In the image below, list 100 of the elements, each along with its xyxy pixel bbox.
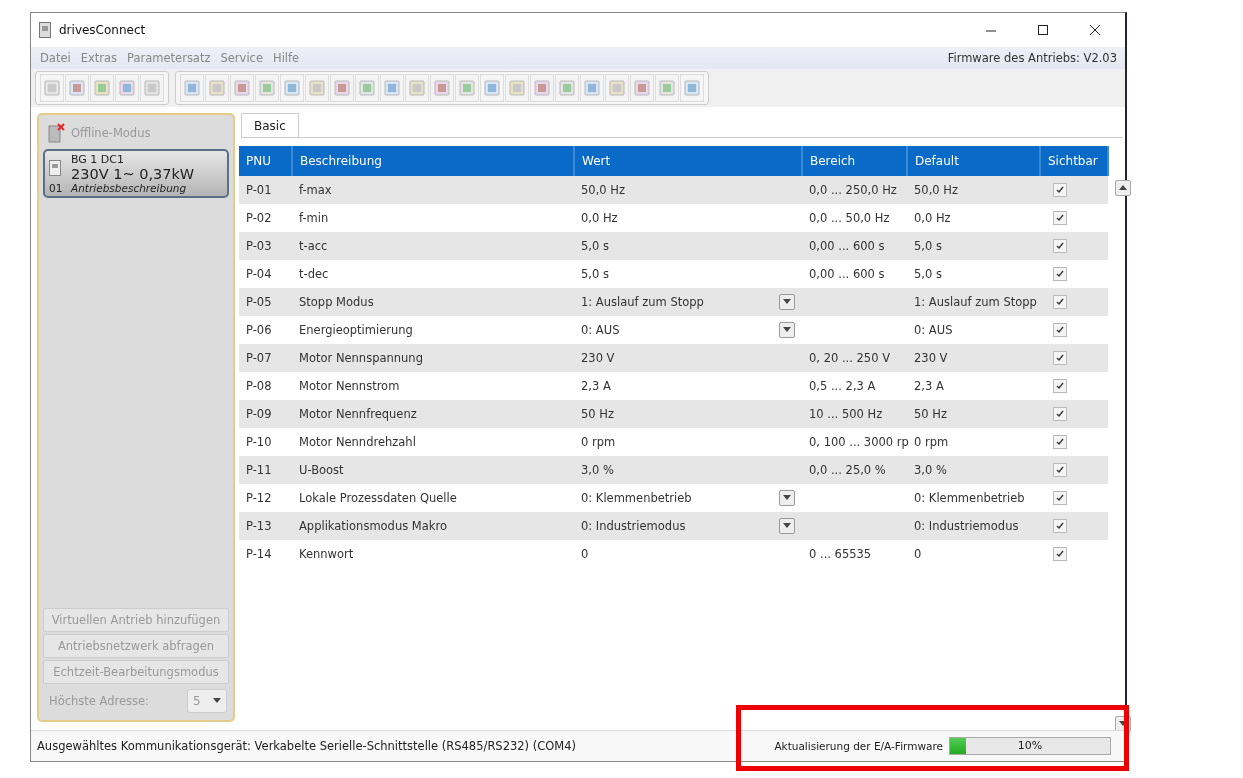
toolbar-button[interactable] [65,74,89,102]
toolbar-button[interactable] [630,74,654,102]
visible-checkbox[interactable] [1053,211,1067,225]
tool-icon [207,78,227,98]
column-header[interactable]: Beschreibung [292,146,574,176]
table-cell: 230 V [907,344,1040,372]
toolbar-button[interactable] [505,74,529,102]
visible-checkbox[interactable] [1053,379,1067,393]
table-cell: P-03 [239,232,292,260]
visible-checkbox[interactable] [1053,351,1067,365]
menu-item[interactable]: Service [215,51,268,65]
toolbar-button[interactable] [405,74,429,102]
toolbar-button[interactable] [180,74,204,102]
drive-item[interactable]: BG 1 DC1 230V 1~ 0,37kW 01 Antriebsbeschreibung [43,149,229,198]
menu-item[interactable]: Parametersatz [122,51,216,65]
visible-checkbox[interactable] [1053,547,1067,561]
toolbar-button[interactable] [330,74,354,102]
checkmark-icon [1056,298,1064,306]
table-cell: P-06 [239,316,292,344]
table-cell: P-10 [239,428,292,456]
toolbar-button[interactable] [380,74,404,102]
visible-checkbox[interactable] [1053,239,1067,253]
table-cell: 5,0 s [907,232,1040,260]
table-cell: Applikationsmodus Makro [292,512,574,540]
column-header[interactable]: Sichtbar [1040,146,1108,176]
maximize-icon [1037,24,1049,36]
table-cell: 0: Industriemodus [907,512,1040,540]
column-header[interactable]: Default [907,146,1040,176]
toolbar-button[interactable] [430,74,454,102]
table-cell: 0 rpm [574,428,802,456]
toolbar-button[interactable] [115,74,139,102]
tool-icon [657,78,677,98]
checkmark-icon [1056,410,1064,418]
caret-icon [783,495,791,501]
tool-icon [92,78,112,98]
column-header[interactable]: PNU [239,146,292,176]
status-text: Ausgewähltes Kommunikationsgerät: Verkabelte Serielle-Schnittstelle (RS485/RS232) (COM4) [37,739,578,753]
toolbar-button[interactable] [40,74,64,102]
table-cell: P-07 [239,344,292,372]
value-dropdown[interactable]: 0: Klemmenbetrieb [581,490,795,506]
column-header[interactable]: Bereich [802,146,907,176]
toolbar-button[interactable] [680,74,704,102]
visible-checkbox[interactable] [1053,407,1067,421]
table-cell: Motor Nennstrom [292,372,574,400]
toolbar-button[interactable] [655,74,679,102]
table-cell: 0 ... 65535 [809,547,872,561]
toolbar-button[interactable] [530,74,554,102]
toolbar-button[interactable] [605,74,629,102]
caret-icon [783,523,791,529]
visible-checkbox[interactable] [1053,491,1067,505]
table-cell: 50 Hz [907,400,1040,428]
table-cell: 0, 100 ... 3000 rp [809,435,909,449]
toolbar-button[interactable] [205,74,229,102]
drive-name: BG 1 DC1 [71,153,126,166]
visible-checkbox[interactable] [1053,463,1067,477]
visible-checkbox[interactable] [1053,295,1067,309]
toolbar-button[interactable] [480,74,504,102]
table-cell: 0 rpm [907,428,1040,456]
visible-checkbox[interactable] [1053,435,1067,449]
visible-checkbox[interactable] [1053,183,1067,197]
visible-checkbox[interactable] [1053,267,1067,281]
table-cell: t-dec [292,260,574,288]
menu-item[interactable]: Hilfe [268,51,305,65]
table-cell: f-max [292,176,574,204]
caret-up-icon [1119,185,1127,191]
table-cell: P-14 [239,540,292,568]
table-cell: 50,0 Hz [574,176,802,204]
value-dropdown[interactable]: 0: AUS [581,322,795,338]
toolbar-button[interactable] [140,74,164,102]
table-cell: 0,0 ... 50,0 Hz [809,211,890,225]
table-cell: Kennwort [292,540,574,568]
toolbar-button[interactable] [230,74,254,102]
scroll-up-button[interactable] [1115,180,1131,196]
tab[interactable]: Basic [241,113,299,137]
table-cell: f-min [292,204,574,232]
table-cell: 0,0 Hz [907,204,1040,232]
tool-icon [257,78,277,98]
toolbar-button[interactable] [280,74,304,102]
toolbar-button[interactable] [355,74,379,102]
toolbar-button[interactable] [305,74,329,102]
menu-item[interactable]: Datei [35,51,76,65]
tool-icon [532,78,552,98]
toolbar-button[interactable] [555,74,579,102]
menu-item[interactable]: Extras [75,51,123,65]
table-cell: P-13 [239,512,292,540]
drive-address: 01 [49,182,64,194]
toolbar-button[interactable] [455,74,479,102]
column-header[interactable]: Wert [574,146,802,176]
toolbar-button[interactable] [90,74,114,102]
table-cell: P-08 [239,372,292,400]
table-cell: 0: Klemmenbetrieb [907,484,1040,512]
tool-icon [182,78,202,98]
table-cell: 5,0 s [574,260,802,288]
checkmark-icon [1056,186,1064,194]
tool-icon [42,78,62,98]
toolbar-button[interactable] [580,74,604,102]
visible-checkbox[interactable] [1053,519,1067,533]
visible-checkbox[interactable] [1053,323,1067,337]
toolbar-button[interactable] [255,74,279,102]
checkmark-icon [1056,382,1064,390]
